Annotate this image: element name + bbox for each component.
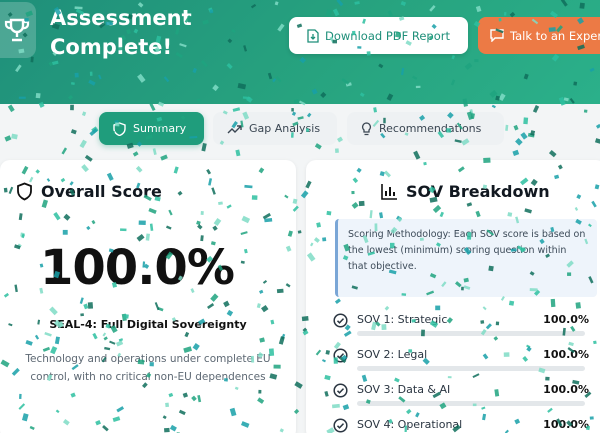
tab-summary[interactable]: Summary [99, 112, 204, 145]
title-line-2: Complete! [50, 35, 173, 59]
check-circle-icon [333, 418, 348, 433]
sov-row-data-ai: SOV 3: Data & AI 100.0% [333, 383, 593, 413]
overall-score-header: Overall Score [16, 182, 162, 201]
sov-row-operational: SOV 4: Operational 100.0% [333, 418, 593, 433]
confetti-piece [512, 149, 520, 156]
bar-chart-icon [381, 184, 397, 200]
check-circle-icon [333, 348, 348, 363]
confetti-piece [334, 148, 339, 153]
sov-progress-bar [357, 331, 585, 336]
sov-progress-fill [357, 366, 585, 371]
shield-icon [113, 121, 126, 136]
sov-name: SOV 3: Data & AI [357, 383, 451, 396]
download-pdf-button[interactable]: Download PDF Report [289, 17, 468, 54]
sov-value: 100.0% [543, 348, 589, 361]
sov-name: SOV 1: Strategic [357, 313, 448, 326]
seal-level: SEAL-4: Full Digital Sovereignty [49, 318, 247, 331]
sov-name: SOV 2: Legal [357, 348, 428, 361]
document-download-icon [307, 28, 319, 43]
confetti-piece [132, 151, 139, 157]
confetti-piece [548, 149, 557, 158]
tab-gap-analysis[interactable]: Gap Analysis [213, 112, 337, 145]
header-banner: Assessment Complete! Download PDF Report… [0, 0, 600, 104]
tab-summary-label: Summary [133, 122, 187, 135]
sov-breakdown-header: SOV Breakdown [380, 182, 550, 201]
tab-recommendations-label: Recommendations [379, 122, 482, 135]
download-pdf-label: Download PDF Report [325, 28, 451, 43]
tab-gap-analysis-label: Gap Analysis [249, 122, 321, 135]
check-circle-icon [333, 383, 348, 398]
seal-description: Technology and operations under complete… [25, 353, 271, 383]
shield-icon [17, 182, 32, 201]
talk-to-expert-button[interactable]: Talk to an Expert [478, 17, 600, 54]
sov-progress-bar [357, 366, 585, 371]
trophy-badge [0, 2, 36, 58]
sov-breakdown-title: SOV Breakdown [406, 182, 550, 201]
scoring-methodology-note: Scoring Methodology: Each SOV score is b… [335, 219, 597, 297]
chat-bubble-icon [490, 29, 504, 42]
sov-progress-bar [357, 401, 585, 406]
tab-bar: Summary Gap Analysis Recommendations [0, 108, 600, 148]
lightbulb-icon [362, 121, 371, 135]
trend-icon [227, 124, 242, 133]
confetti-piece [297, 230, 302, 234]
overall-score-value: 100.0% [40, 240, 235, 296]
confetti-piece [413, 150, 421, 160]
title-line-1: Assessment [50, 6, 192, 30]
confetti-piece [235, 149, 241, 157]
confetti-piece [152, 148, 157, 156]
page-title: Assessment Complete! [50, 4, 240, 62]
sov-row-legal: SOV 2: Legal 100.0% [333, 348, 593, 378]
sov-row-strategic: SOV 1: Strategic 100.0% [333, 313, 593, 343]
sov-name: SOV 4: Operational [357, 418, 463, 431]
overall-score-title: Overall Score [41, 182, 162, 201]
sov-value: 100.0% [543, 313, 589, 326]
check-circle-icon [333, 313, 348, 328]
sov-value: 100.0% [543, 383, 589, 396]
tab-recommendations[interactable]: Recommendations [347, 112, 504, 145]
sov-progress-fill [357, 401, 585, 406]
sov-value: 100.0% [543, 418, 589, 431]
talk-to-expert-label: Talk to an Expert [510, 28, 600, 43]
trophy-icon [4, 18, 30, 42]
confetti-piece [61, 147, 68, 155]
sov-progress-fill [357, 331, 585, 336]
